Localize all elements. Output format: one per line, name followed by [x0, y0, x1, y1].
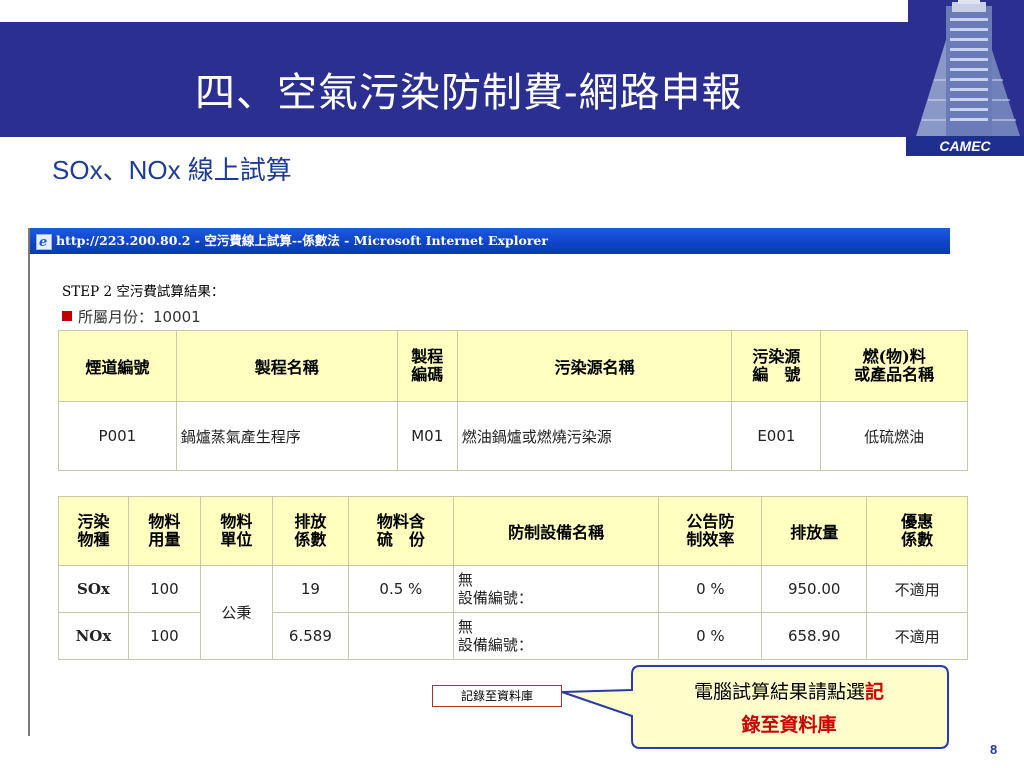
cell-source-name: 燃油鍋爐或燃燒污染源: [456, 401, 733, 471]
header-discount: 優惠 係數: [866, 496, 968, 566]
cell-unit: 公秉: [199, 565, 273, 660]
cell-sulfur: 0.5 %: [347, 565, 454, 613]
table-row: P001 鍋爐蒸氣產生程序 M01 燃油鍋爐或燃燒污染源 E001 低硫燃油: [58, 401, 968, 471]
cell-efficiency: 0 %: [658, 612, 763, 660]
process-table-header-row: 煙道編號 製程名稱 製程 編碼 污染源名稱 污染源 編 號 燃(物)料 或產品名…: [58, 330, 968, 402]
table-row: SOx 100 公秉 19 0.5 % 無 設備編號： 0 % 950.00 不…: [58, 565, 968, 660]
cell-species: NOx: [58, 612, 129, 660]
cell-sulfur: [347, 612, 454, 660]
callout-highlight-2: 錄至資料庫: [741, 714, 837, 736]
header-process-code-text: 製程 編碼: [411, 347, 444, 384]
callout-highlight-1: 記: [865, 681, 885, 703]
header-source-id-text: 污染源 編 號: [752, 347, 801, 384]
header-device: 防制設備名稱: [452, 496, 660, 566]
cell-process-code: M01: [396, 401, 458, 471]
callout-text: 電腦試算結果請點選記 錄至資料庫: [630, 676, 948, 742]
cell-emission: 658.90: [761, 612, 868, 660]
step-heading: STEP 2 空污費試算結果：: [62, 284, 225, 300]
header-discount-text: 優惠 係數: [901, 512, 934, 549]
header-process-code: 製程 編碼: [396, 330, 458, 402]
bullet-square-icon: [62, 311, 72, 321]
cell-factor: 19: [271, 565, 349, 613]
header-stack-id: 煙道編號: [58, 330, 177, 402]
cell-stack-id: P001: [58, 401, 177, 471]
cell-emission: 950.00: [761, 565, 868, 613]
emission-table: 污染 物種 物料 用量 物料 單位 排放 係數 物料含 硫 份 防制設備名稱 公…: [58, 496, 968, 660]
cell-discount: 不適用: [866, 565, 968, 613]
cell-source-id: E001: [731, 401, 822, 471]
table-row: NOx 100 6.589 無 設備編號： 0 % 658.90 不適用: [58, 612, 968, 660]
cell-usage: 100: [127, 565, 201, 613]
ie-icon: [36, 230, 52, 254]
header-unit: 物料 單位: [199, 496, 273, 566]
header-pollutant-text: 污染 物種: [77, 512, 110, 549]
cell-species: SOx: [58, 565, 129, 613]
title-underline: [0, 134, 920, 137]
header-usage-text: 物料 用量: [148, 512, 181, 549]
cell-usage: 100: [127, 612, 201, 660]
browser-titlebar[interactable]: http://223.200.80.2 - 空污費線上試算--係數法 - Mic…: [30, 228, 950, 254]
header-emission: 排放量: [761, 496, 868, 566]
process-table: 煙道編號 製程名稱 製程 編碼 污染源名稱 污染源 編 號 燃(物)料 或產品名…: [58, 330, 968, 471]
cell-device: 無 設備編號：: [452, 612, 660, 660]
building-logo-icon: [908, 0, 1024, 150]
device-name: 無: [457, 571, 473, 589]
header-process-name: 製程名稱: [175, 330, 398, 402]
header-source-name: 污染源名稱: [456, 330, 733, 402]
cell-process-name: 鍋爐蒸氣產生程序: [175, 401, 398, 471]
month-line: 所屬月份：10001: [62, 306, 201, 327]
header-source-id: 污染源 編 號: [731, 330, 822, 402]
save-to-database-button[interactable]: 記錄至資料庫: [432, 685, 562, 707]
camec-logo: CAMEC: [906, 136, 1024, 156]
cell-factor: 6.589: [271, 612, 349, 660]
cell-fuel-name: 低硫燃油: [820, 401, 968, 471]
header-fuel-name-text: 燃(物)料 或產品名稱: [854, 347, 935, 384]
header-sulfur-text: 物料含 硫 份: [376, 512, 425, 549]
header-efficiency-text: 公告防 制效率: [686, 512, 735, 549]
browser-title-text: http://223.200.80.2 - 空污費線上試算--係數法 - Mic…: [56, 233, 548, 248]
header-usage: 物料 用量: [127, 496, 201, 566]
header-sulfur: 物料含 硫 份: [347, 496, 454, 566]
month-label: 所屬月份：10001: [78, 308, 201, 326]
device-name: 無: [457, 618, 473, 636]
cell-device: 無 設備編號：: [452, 565, 660, 613]
header-unit-text: 物料 單位: [220, 512, 253, 549]
emission-table-header-row: 污染 物種 物料 用量 物料 單位 排放 係數 物料含 硫 份 防制設備名稱 公…: [58, 496, 968, 566]
slide-subtitle: SOx、NOx 線上試算: [52, 155, 292, 185]
device-id-label: 設備編號：: [457, 636, 533, 654]
browser-window: http://223.200.80.2 - 空污費線上試算--係數法 - Mic…: [28, 228, 968, 736]
header-factor-text: 排放 係數: [294, 512, 327, 549]
header-fuel-name: 燃(物)料 或產品名稱: [820, 330, 968, 402]
page-number: 8: [990, 742, 998, 757]
callout-plain: 電腦試算結果請點選: [693, 681, 865, 703]
slide-title: 四、空氣污染防制費-網路申報: [195, 70, 743, 116]
cell-discount: 不適用: [866, 612, 968, 660]
cell-efficiency: 0 %: [658, 565, 763, 613]
header-pollutant: 污染 物種: [58, 496, 129, 566]
header-efficiency: 公告防 制效率: [658, 496, 763, 566]
device-id-label: 設備編號：: [457, 589, 533, 607]
header-factor: 排放 係數: [271, 496, 349, 566]
